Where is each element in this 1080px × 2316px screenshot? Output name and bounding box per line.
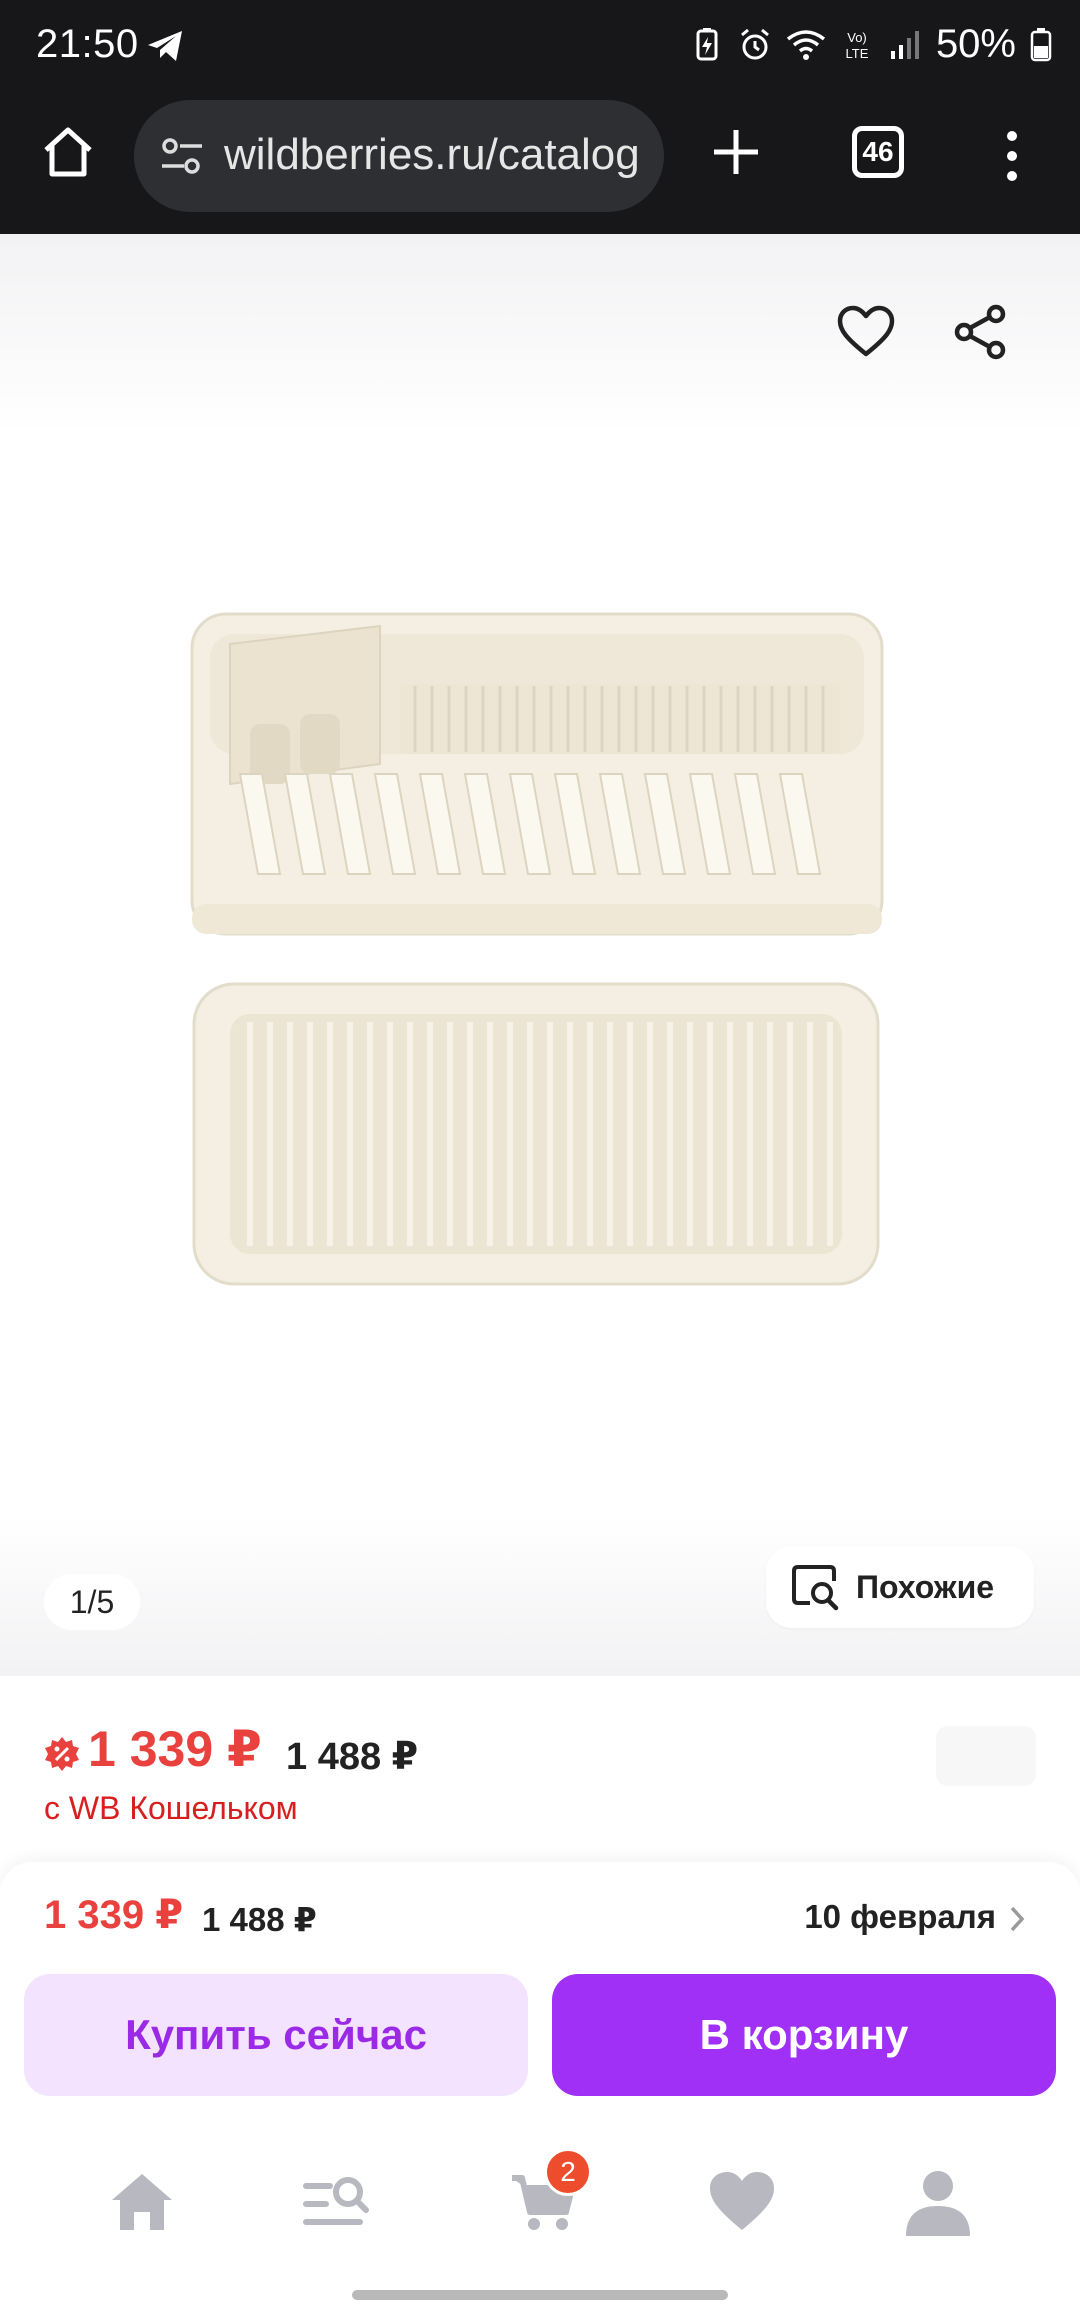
status-bar: 21:50 Vo) LTE 50%	[0, 0, 1080, 92]
svg-text:Vo): Vo)	[847, 30, 867, 45]
product-gallery[interactable]: 1/5 Похожие	[0, 234, 1080, 1676]
wifi-icon	[786, 29, 826, 60]
home-icon[interactable]	[38, 122, 98, 182]
nav-favorites-icon[interactable]	[706, 2166, 778, 2238]
price-block: 1 339 ₽ 1 488 ₽ с WB Кошельком	[0, 1676, 1080, 1866]
new-tab-icon[interactable]	[706, 122, 766, 182]
url-text[interactable]: wildberries.ru/catalog	[224, 130, 644, 180]
cart-badge: 2	[544, 2148, 592, 2196]
bottom-navigation: 2	[0, 2130, 1080, 2316]
image-counter: 1/5	[44, 1574, 140, 1630]
current-price: 1 339 ₽	[88, 1721, 262, 1777]
nav-catalog-search-icon[interactable]	[300, 2166, 372, 2238]
add-to-cart-button[interactable]: В корзину	[552, 1974, 1056, 2096]
share-icon[interactable]	[952, 304, 1008, 360]
delivery-date[interactable]: 10 февраля	[804, 1898, 996, 1936]
buy-now-button[interactable]: Купить сейчас	[24, 1974, 528, 2096]
status-time: 21:50	[36, 22, 139, 66]
signal-icon	[890, 30, 919, 59]
telegram-icon	[148, 31, 182, 61]
discount-badge-icon	[45, 1737, 79, 1771]
purchase-panel: 1 339 ₽ 1 488 ₽ 10 февраля Купить сейчас…	[0, 1862, 1080, 2130]
address-bar[interactable]: wildberries.ru/catalog	[134, 100, 664, 212]
home-indicator	[352, 2290, 728, 2300]
panel-old-price: 1 488 ₽	[202, 1901, 317, 1938]
browser-toolbar: wildberries.ru/catalog 46	[0, 92, 1080, 234]
panel-price: 1 339 ₽	[44, 1893, 184, 1937]
old-price: 1 488 ₽	[286, 1736, 419, 1778]
battery-saver-icon	[696, 27, 718, 60]
battery-percent: 50%	[935, 22, 1016, 66]
chevron-right-icon[interactable]	[1006, 1904, 1028, 1934]
loading-placeholder	[936, 1726, 1036, 1786]
nav-home-icon[interactable]	[106, 2166, 178, 2238]
similar-search-icon	[792, 1565, 839, 1611]
battery-icon	[1030, 27, 1052, 61]
volte-icon: Vo) LTE	[845, 30, 868, 61]
similar-label: Похожие	[856, 1568, 995, 1605]
status-icons: Vo) LTE 50%	[690, 22, 1052, 67]
alarm-icon	[740, 28, 769, 59]
nav-profile-icon[interactable]	[902, 2166, 974, 2238]
site-settings-icon[interactable]	[158, 134, 206, 178]
svg-text:LTE: LTE	[845, 46, 868, 61]
heart-icon[interactable]	[836, 304, 896, 360]
tab-switcher-button[interactable]: 46	[852, 126, 904, 178]
similar-button[interactable]: Похожие	[766, 1546, 1034, 1628]
more-menu-icon[interactable]	[1000, 128, 1024, 184]
product-image[interactable]	[170, 574, 910, 1554]
wallet-note[interactable]: с WB Кошельком	[44, 1790, 298, 1827]
nav-cart[interactable]: 2	[508, 2148, 592, 2238]
